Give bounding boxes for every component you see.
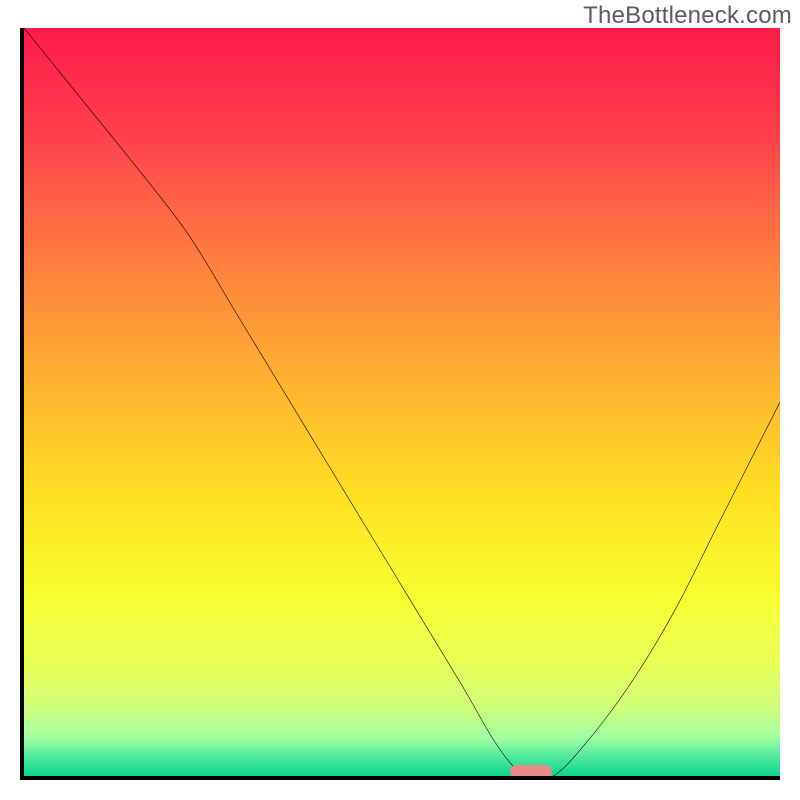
plot-area bbox=[20, 28, 780, 780]
chart-frame: TheBottleneck.com bbox=[0, 0, 800, 800]
watermark-text: TheBottleneck.com bbox=[583, 2, 792, 30]
optimal-marker bbox=[510, 765, 552, 779]
bottleneck-curve bbox=[24, 28, 780, 776]
